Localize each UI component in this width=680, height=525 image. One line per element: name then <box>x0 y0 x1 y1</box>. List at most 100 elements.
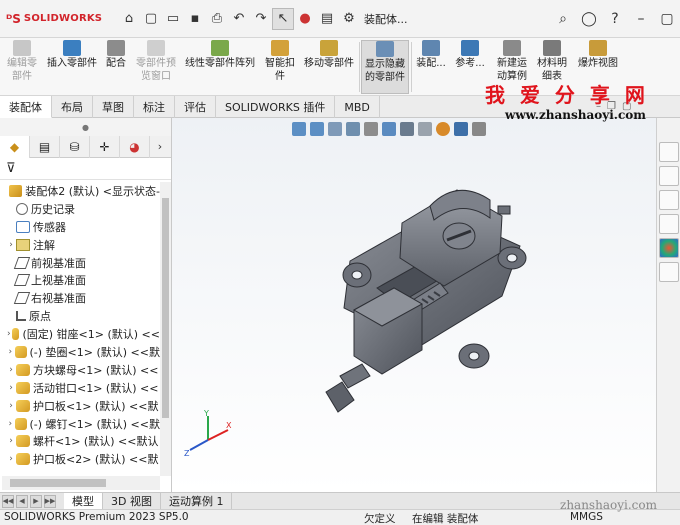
tab-model[interactable]: 模型 <box>64 492 103 510</box>
open-file-icon[interactable]: ▭ <box>162 8 184 30</box>
mount-lug-left-hole <box>351 270 363 280</box>
tree-item[interactable]: › 活动钳口<1> (默认) << <box>0 379 160 397</box>
move-component-button[interactable]: 移动零部件 <box>300 40 358 94</box>
smart-fasteners-label: 智能扣 <box>265 58 295 69</box>
status-units[interactable]: MMGS <box>570 511 603 523</box>
show-hidden-components-button[interactable]: 显示隐藏 的零部件 <box>361 40 409 94</box>
tree-item[interactable]: › 护口板<1> (默认) <<默 <box>0 397 160 415</box>
tree-item[interactable]: 传感器 <box>0 218 160 236</box>
edit-component-button[interactable]: 编辑零 部件 <box>2 40 42 94</box>
maximize-icon[interactable]: ▢ <box>654 0 680 38</box>
view-palette-icon[interactable] <box>659 214 679 234</box>
tab-markup[interactable]: 标注 <box>134 96 175 118</box>
prev-tab-arrow-icon[interactable]: ◀ <box>16 494 28 508</box>
reference-geometry-button[interactable]: 参考... <box>452 40 488 94</box>
expand-toggle[interactable]: › <box>6 347 15 357</box>
undo-icon[interactable]: ↶ <box>228 8 250 30</box>
file-explorer-icon[interactable] <box>659 190 679 210</box>
component-preview-button[interactable]: 零部件预 览窗口 <box>133 40 179 94</box>
tree-item[interactable]: › (-) 螺钉<1> (默认) <<默 <box>0 415 160 433</box>
hscroll-thumb[interactable] <box>10 479 106 487</box>
first-tab-arrow-icon[interactable]: ◀◀ <box>2 494 14 508</box>
scroll-thumb[interactable] <box>162 198 169 418</box>
expand-toggle[interactable]: › <box>6 454 16 464</box>
home-icon[interactable]: ⌂ <box>118 8 140 30</box>
tree-item[interactable]: 上视基准面 <box>0 271 160 289</box>
edit-component-icon <box>13 40 31 56</box>
search-icon[interactable]: ⌕ <box>550 0 576 38</box>
new-file-icon[interactable]: ▢ <box>140 8 162 30</box>
panel-more-chevron-icon[interactable]: › <box>150 136 170 157</box>
expand-toggle[interactable]: › <box>6 240 16 250</box>
expand-toggle[interactable]: › <box>6 419 15 429</box>
print-icon[interactable]: ⎙ <box>206 8 228 30</box>
tab-layout[interactable]: 布局 <box>52 96 93 118</box>
minimize-icon[interactable]: – <box>628 0 654 38</box>
tree-item[interactable]: › 护口板<2> (默认) <<默 <box>0 450 160 468</box>
assembly-icon <box>9 184 23 197</box>
expand-toggle[interactable]: › <box>6 365 16 375</box>
tree-item[interactable]: › (固定) 钳座<1> (默认) << <box>0 325 160 343</box>
expand-toggle[interactable]: › <box>6 436 16 446</box>
insert-components-button[interactable]: 插入零部件 <box>44 40 100 94</box>
traffic-light-icon[interactable]: ● <box>294 8 316 30</box>
select-cursor-icon[interactable]: ↖ <box>272 7 294 30</box>
tab-3d-views[interactable]: 3D 视图 <box>103 492 161 510</box>
last-tab-arrow-icon[interactable]: ▶▶ <box>44 494 56 508</box>
tree-item[interactable]: 右视基准面 <box>0 289 160 307</box>
side-pin <box>497 205 511 215</box>
tab-addins[interactable]: SOLIDWORKS 插件 <box>216 96 336 118</box>
tree-item-label: 护口板<1> (默认) <<默 <box>33 399 159 413</box>
tree-item[interactable]: › 螺杆<1> (默认) <<默认 <box>0 432 160 450</box>
linear-pattern-label: 线性零部件阵列 <box>185 58 255 69</box>
design-library-icon[interactable] <box>659 166 679 186</box>
filter-icon[interactable]: ⊽ <box>0 158 171 180</box>
display-manager-tab[interactable]: ◕ <box>120 136 150 158</box>
tree-root-assembly[interactable]: 装配体2 (默认) <显示状态- <box>0 182 160 200</box>
expand-toggle[interactable]: › <box>6 383 16 393</box>
status-product: SOLIDWORKS Premium 2023 SP5.0 <box>4 511 189 523</box>
graphics-area[interactable]: Y X Z <box>172 118 656 492</box>
tab-assembly[interactable]: 装配体 <box>0 96 52 118</box>
feature-manager-tab[interactable]: ◆ <box>0 136 30 158</box>
tab-sketch[interactable]: 草图 <box>93 96 134 118</box>
smart-fasteners-button[interactable]: 智能扣 件 <box>262 40 298 94</box>
help-icon[interactable]: ? <box>602 0 628 38</box>
tab-motion-study[interactable]: 运动算例 1 <box>161 492 233 510</box>
part-icon <box>16 399 30 412</box>
file-properties-icon[interactable]: ▤ <box>316 8 338 30</box>
tab-evaluate[interactable]: 评估 <box>175 96 216 118</box>
dimxpert-tab[interactable]: ✛ <box>90 136 120 158</box>
title-controls: ⌕ ◯ ? – ▢ <box>550 0 680 38</box>
tree-item[interactable]: 历史记录 <box>0 200 160 218</box>
tree-item[interactable]: 原点 <box>0 307 160 325</box>
tree-item[interactable]: › 方块螺母<1> (默认) << <box>0 361 160 379</box>
tree-item[interactable]: › 注解 <box>0 236 160 254</box>
home-task-pane-icon[interactable] <box>659 142 679 162</box>
tree-item-label: 历史记录 <box>31 202 75 216</box>
next-tab-arrow-icon[interactable]: ▶ <box>30 494 42 508</box>
linear-pattern-button[interactable]: 线性零部件阵列 <box>181 40 259 94</box>
mate-button[interactable]: 配合 <box>102 40 130 94</box>
redo-icon[interactable]: ↷ <box>250 8 272 30</box>
options-gear-icon[interactable]: ⚙ <box>338 8 360 30</box>
mount-lug-back-hole <box>506 253 518 263</box>
tree-vertical-scrollbar[interactable] <box>160 182 171 476</box>
assembly-features-button[interactable]: 装配... <box>414 40 448 94</box>
tree-item[interactable]: 前视基准面 <box>0 254 160 272</box>
tab-mbd[interactable]: MBD <box>335 96 380 118</box>
expand-toggle[interactable]: › <box>6 329 12 339</box>
panel-drag-handle[interactable]: ● <box>0 118 171 136</box>
tree-horizontal-scrollbar[interactable] <box>2 476 160 490</box>
sensor-icon <box>16 220 30 233</box>
solidworks-logo[interactable]: ᴰS SOLIDWORKS <box>0 12 118 26</box>
save-icon[interactable]: ▪ <box>184 8 206 30</box>
vise-model[interactable] <box>172 118 656 492</box>
tree-item[interactable]: › (-) 垫圈<1> (默认) <<默 <box>0 343 160 361</box>
appearances-icon[interactable] <box>659 238 679 258</box>
custom-properties-icon[interactable] <box>659 262 679 282</box>
account-icon[interactable]: ◯ <box>576 0 602 38</box>
property-manager-tab[interactable]: ▤ <box>30 136 60 158</box>
configuration-manager-tab[interactable]: ⛁ <box>60 136 90 158</box>
expand-toggle[interactable]: › <box>6 401 16 411</box>
